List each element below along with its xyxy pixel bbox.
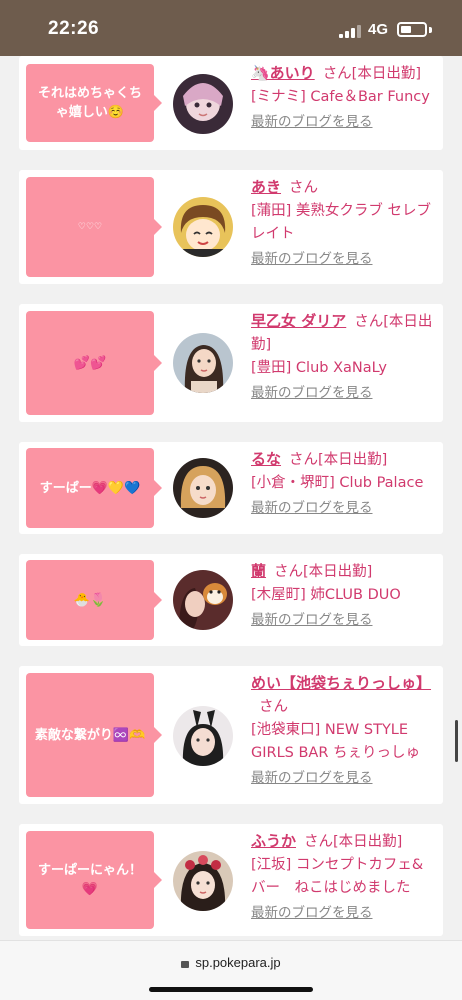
post-info: るな さん[本日出勤] [小倉・堺町] Club Palace 最新のブログを見る bbox=[251, 448, 437, 520]
scrollbar[interactable] bbox=[455, 720, 458, 762]
browser-bottom-bar: sp.pokepara.jp bbox=[0, 940, 462, 1000]
blog-card[interactable]: それはめちゃくちゃ嬉しい☺️ 🦄あいり さん[本日出勤] [ミナミ] Cafe＆B… bbox=[19, 56, 443, 150]
battery-cap bbox=[429, 27, 432, 33]
latest-blog-link[interactable]: 最新のブログを見る bbox=[251, 902, 373, 925]
post-info: あき さん [蒲田] 美熟女クラブ セレブレイト 最新のブログを見る bbox=[251, 176, 437, 271]
blog-card[interactable]: 💕💕 早乙女 ダリア さん[本日出勤] [豊田] Club XaNaLy 最新のブ… bbox=[19, 304, 443, 422]
author-name[interactable]: あき bbox=[251, 178, 281, 196]
latest-blog-link[interactable]: 最新のブログを見る bbox=[251, 382, 373, 405]
author-suffix: さん[本日出勤] bbox=[304, 834, 403, 850]
author-suffix: さん bbox=[259, 699, 288, 715]
blog-card[interactable]: すーぱーにゃん！💗 ふうか さん[本日出勤] [江坂] コンセプトカフェ&バー ね… bbox=[19, 824, 443, 936]
message-bubble: 🐣🌷 bbox=[26, 560, 162, 640]
author-suffix: さん bbox=[289, 180, 319, 196]
author-name[interactable]: るな bbox=[251, 450, 281, 468]
avatar[interactable] bbox=[173, 851, 233, 911]
post-info: めい【池袋ちぇりっしゅ】さん [池袋東口] NEW STYLE GIRLS BA… bbox=[251, 672, 437, 790]
author-suffix: さん[本日出勤] bbox=[274, 564, 373, 580]
network-type: 4G bbox=[368, 21, 389, 38]
shop-label: [ミナミ] Cafe＆Bar Funcy bbox=[251, 89, 430, 105]
message-bubble: すーぱーにゃん！💗 bbox=[26, 831, 162, 929]
message-bubble: ♡♡♡ bbox=[26, 177, 162, 277]
author-name[interactable]: ふうか bbox=[251, 832, 296, 850]
post-info: 蘭さん[本日出勤] [木屋町] 姉CLUB DUO 最新のブログを見る bbox=[251, 560, 437, 632]
blog-card[interactable]: 🐣🌷 蘭さん[本日出勤] [木屋町] 姉CLUB DUO 最新のブログを見る bbox=[19, 554, 443, 646]
latest-blog-link[interactable]: 最新のブログを見る bbox=[251, 609, 373, 632]
message-bubble: 素敵な繋がり♾️🫶 bbox=[26, 673, 162, 797]
status-time: 22:26 bbox=[48, 18, 100, 39]
post-info: ふうか さん[本日出勤] [江坂] コンセプトカフェ&バー ねこはじめました 最新… bbox=[251, 830, 437, 925]
shop-label: [小倉・堺町] Club Palace bbox=[251, 475, 424, 491]
blog-card[interactable]: 素敵な繋がり♾️🫶 めい【池袋ちぇりっしゅ】さん [池袋東口] NEW STYL… bbox=[19, 666, 443, 804]
address-bar[interactable]: sp.pokepara.jp bbox=[0, 955, 462, 970]
author-name[interactable]: 🦄あいり bbox=[251, 64, 315, 82]
blog-card[interactable]: すーぱー💗💛💙 るな さん[本日出勤] [小倉・堺町] Club Palace 最… bbox=[19, 442, 443, 534]
latest-blog-link[interactable]: 最新のブログを見る bbox=[251, 767, 373, 790]
blog-card[interactable]: ♡♡♡ あき さん [蒲田] 美熟女クラブ セレブレイト 最新のブログを見る bbox=[19, 170, 443, 284]
shop-label: [蒲田] 美熟女クラブ セレブレイト bbox=[251, 203, 432, 242]
avatar[interactable] bbox=[173, 706, 233, 766]
avatar[interactable] bbox=[173, 333, 233, 393]
signal-icon bbox=[339, 24, 361, 38]
message-bubble: それはめちゃくちゃ嬉しい☺️ bbox=[26, 64, 162, 142]
shop-label: [木屋町] 姉CLUB DUO bbox=[251, 587, 401, 603]
post-info: 早乙女 ダリア さん[本日出勤] [豊田] Club XaNaLy 最新のブログを… bbox=[251, 310, 437, 405]
author-suffix: さん[本日出勤] bbox=[289, 452, 388, 468]
shop-label: [池袋東口] NEW STYLE GIRLS BAR ちぇりっしゅ bbox=[251, 722, 421, 761]
post-info: 🦄あいり さん[本日出勤] [ミナミ] Cafe＆Bar Funcy 最新のブログ… bbox=[251, 62, 437, 134]
message-bubble: 💕💕 bbox=[26, 311, 162, 415]
latest-blog-link[interactable]: 最新のブログを見る bbox=[251, 248, 373, 271]
home-indicator[interactable] bbox=[149, 987, 313, 992]
avatar[interactable] bbox=[173, 458, 233, 518]
shop-label: [豊田] Club XaNaLy bbox=[251, 360, 387, 376]
author-name[interactable]: 蘭 bbox=[251, 562, 266, 580]
message-bubble: すーぱー💗💛💙 bbox=[26, 448, 162, 528]
author-suffix: さん[本日出勤] bbox=[322, 66, 422, 82]
shop-label: [江坂] コンセプトカフェ&バー ねこはじめました bbox=[251, 857, 424, 896]
avatar[interactable] bbox=[173, 74, 233, 134]
lock-icon bbox=[181, 961, 190, 968]
blog-feed: それはめちゃくちゃ嬉しい☺️ 🦄あいり さん[本日出勤] [ミナミ] Cafe＆B… bbox=[0, 56, 462, 940]
latest-blog-link[interactable]: 最新のブログを見る bbox=[251, 111, 373, 134]
author-name[interactable]: 早乙女 ダリア bbox=[251, 312, 346, 330]
url-text: sp.pokepara.jp bbox=[195, 955, 281, 970]
author-name[interactable]: めい【池袋ちぇりっしゅ】 bbox=[251, 674, 431, 692]
avatar[interactable] bbox=[173, 197, 233, 257]
latest-blog-link[interactable]: 最新のブログを見る bbox=[251, 497, 373, 520]
status-bar: 22:26 4G bbox=[0, 0, 462, 56]
battery-icon bbox=[397, 22, 427, 37]
avatar[interactable] bbox=[173, 570, 233, 630]
